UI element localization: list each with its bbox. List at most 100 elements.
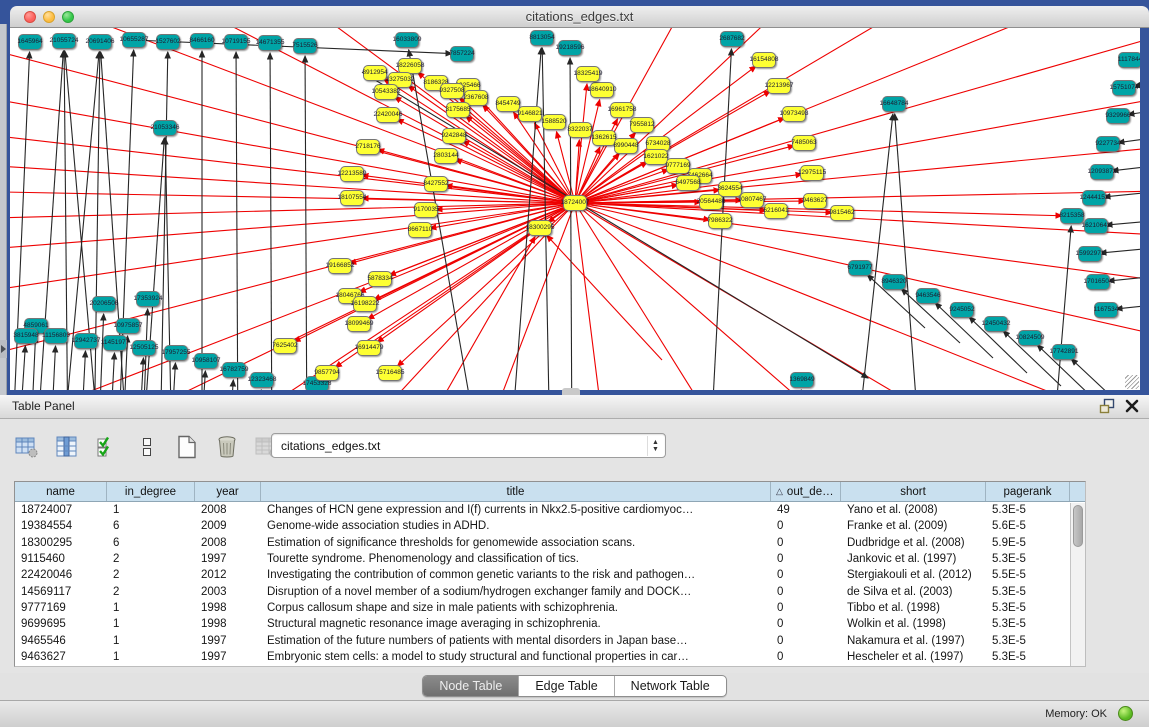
column-header-short[interactable]: short bbox=[841, 482, 986, 501]
graph-node-12444153[interactable]: 12444153 bbox=[1082, 190, 1106, 206]
close-panel-icon[interactable] bbox=[1125, 399, 1139, 413]
graph-node-8912954[interactable]: 8912954 bbox=[363, 65, 387, 81]
graph-node-9245052[interactable]: 9245052 bbox=[950, 302, 974, 318]
graph-node-12093872[interactable]: 12093872 bbox=[1090, 164, 1114, 180]
graph-node-20206506[interactable]: 20206506 bbox=[92, 296, 116, 312]
graph-node-9815462[interactable]: 9815462 bbox=[830, 205, 854, 221]
table-row[interactable]: 911546021997Tourette syndrome. Phenomeno… bbox=[15, 551, 1085, 567]
column-header-title[interactable]: title bbox=[261, 482, 771, 501]
graph-node-12323468[interactable]: 12323468 bbox=[250, 372, 274, 388]
graph-node-1527602[interactable]: 1527602 bbox=[156, 34, 180, 50]
graph-node-8454749[interactable]: 8454749 bbox=[496, 96, 520, 112]
table-row[interactable]: 1938455462009Genome-wide association stu… bbox=[15, 518, 1085, 534]
table-select[interactable]: citations_edges.txt ▲▼ bbox=[271, 433, 666, 458]
graph-node-6791977[interactable]: 6791977 bbox=[848, 260, 872, 276]
split-collapse-handle[interactable] bbox=[562, 388, 580, 395]
table-row[interactable]: 969969511998Structural magnetic resonanc… bbox=[15, 616, 1085, 632]
table-row[interactable]: 946554611997Estimation of the future num… bbox=[15, 632, 1085, 648]
graph-node-6497568[interactable]: 6497568 bbox=[676, 175, 700, 191]
graph-node-1621022[interactable]: 1621022 bbox=[644, 149, 668, 165]
column-header-out_degree[interactable]: △out_de… bbox=[771, 482, 841, 501]
column-header-year[interactable]: year bbox=[195, 482, 261, 501]
show-column-button[interactable] bbox=[54, 434, 80, 460]
graph-node-18099469[interactable]: 18099469 bbox=[347, 316, 371, 332]
graph-node-17957255[interactable]: 17957255 bbox=[164, 345, 188, 361]
scrollbar-thumb[interactable] bbox=[1073, 505, 1083, 547]
graph-node-22420046[interactable]: 22420046 bbox=[376, 107, 400, 123]
graph-node-1645964[interactable]: 1645964 bbox=[18, 34, 42, 50]
graph-node-8667110[interactable]: 8667110 bbox=[408, 222, 432, 238]
graph-node-8990448[interactable]: 8990448 bbox=[614, 138, 638, 154]
table-row[interactable]: 1456911722003Disruption of a novel membe… bbox=[15, 583, 1085, 599]
network-canvas[interactable]: 1645964210557242069140610655287152760284… bbox=[10, 28, 1140, 390]
column-header-pagerank[interactable]: pagerank bbox=[986, 482, 1070, 501]
graph-node-10973493[interactable]: 10973493 bbox=[782, 106, 806, 122]
graph-node-10975857[interactable]: 10975857 bbox=[116, 318, 140, 334]
graph-node-8813054[interactable]: 8813054 bbox=[530, 30, 554, 46]
graph-node-10655287[interactable]: 10655287 bbox=[122, 32, 146, 48]
create-table-button[interactable] bbox=[174, 434, 200, 460]
graph-node-9170035[interactable]: 9170035 bbox=[414, 202, 438, 218]
graph-node-17742891[interactable]: 17742891 bbox=[1052, 344, 1076, 360]
graph-node-9463627[interactable]: 9463627 bbox=[803, 193, 827, 209]
graph-node-8322037[interactable]: 8322037 bbox=[568, 122, 592, 138]
graph-node-12975115[interactable]: 12975115 bbox=[800, 165, 824, 181]
graph-node-18724007[interactable]: 18724007 bbox=[563, 195, 587, 211]
graph-node-19218596[interactable]: 19218596 bbox=[558, 40, 582, 56]
graph-node-14671355[interactable]: 14671355 bbox=[258, 35, 282, 51]
graph-node-12213967[interactable]: 12213967 bbox=[767, 78, 791, 94]
graph-node-9227734[interactable]: 9227734 bbox=[1096, 136, 1120, 152]
graph-node-12213589[interactable]: 12213589 bbox=[340, 166, 364, 182]
graph-node-2803144[interactable]: 2803144 bbox=[434, 148, 458, 164]
graph-node-1588520[interactable]: 1588520 bbox=[542, 114, 566, 130]
graph-node-7986322[interactable]: 7986322 bbox=[708, 213, 732, 229]
tab-edge-table[interactable]: Edge Table bbox=[519, 676, 614, 696]
graph-node-15992971[interactable]: 15992971 bbox=[1078, 246, 1102, 262]
delete-table-button[interactable] bbox=[214, 434, 240, 460]
graph-node-10958107[interactable]: 10958107 bbox=[194, 353, 218, 369]
graph-node-9857794[interactable]: 9857794 bbox=[315, 365, 339, 381]
graph-node-3815948[interactable]: 3815948 bbox=[14, 328, 38, 344]
graph-node-15716485[interactable]: 15716485 bbox=[378, 365, 402, 381]
graph-node-21053346[interactable]: 21053346 bbox=[153, 120, 177, 136]
graph-node-6216041[interactable]: 6216041 bbox=[764, 203, 788, 219]
graph-node-5878334[interactable]: 5878334 bbox=[368, 271, 392, 287]
graph-node-9777169[interactable]: 9777169 bbox=[666, 158, 690, 174]
tab-network-table[interactable]: Network Table bbox=[615, 676, 726, 696]
graph-node-16033809[interactable]: 16033809 bbox=[395, 32, 419, 48]
graph-node-7625402[interactable]: 7625402 bbox=[273, 338, 297, 354]
panel-splitter-handle[interactable] bbox=[0, 340, 7, 358]
table-scrollbar[interactable] bbox=[1070, 503, 1085, 667]
graph-node-16198222[interactable]: 16198222 bbox=[353, 296, 377, 312]
graph-node-2718176[interactable]: 2718176 bbox=[356, 139, 380, 155]
graph-node-9329966[interactable]: 9329966 bbox=[1106, 108, 1130, 124]
graph-node-18640910[interactable]: 18640910 bbox=[590, 82, 614, 98]
graph-node-9327508[interactable]: 9327508 bbox=[440, 83, 464, 99]
graph-node-8466160[interactable]: 8466160 bbox=[190, 33, 214, 49]
graph-node-9242848[interactable]: 9242848 bbox=[442, 128, 466, 144]
float-panel-icon[interactable] bbox=[1099, 398, 1115, 414]
graph-node-16154808[interactable]: 16154808 bbox=[752, 52, 776, 68]
graph-node-21055724[interactable]: 21055724 bbox=[52, 33, 76, 49]
graph-node-7485063[interactable]: 7485063 bbox=[792, 135, 816, 151]
graph-node-10543382[interactable]: 10543382 bbox=[374, 84, 398, 100]
graph-node-10807467[interactable]: 10807467 bbox=[740, 192, 764, 208]
graph-node-11451977[interactable]: 11451977 bbox=[103, 335, 127, 351]
graph-node-19166852[interactable]: 19166852 bbox=[328, 258, 352, 274]
graph-node-8215358[interactable]: 8215358 bbox=[1060, 208, 1084, 224]
graph-node-18325419[interactable]: 18325419 bbox=[576, 66, 600, 82]
graph-node-16914479[interactable]: 16914479 bbox=[357, 340, 381, 356]
graph-node-1167534[interactable]: 1167534 bbox=[1094, 302, 1118, 318]
graph-node-20564486[interactable]: 20564486 bbox=[699, 194, 723, 210]
table-row[interactable]: 1872400712008Changes of HCN gene express… bbox=[15, 502, 1085, 518]
graph-node-9463546[interactable]: 9463546 bbox=[916, 288, 940, 304]
graph-node-1369849[interactable]: 1369849 bbox=[790, 372, 814, 388]
graph-node-16648784[interactable]: 16648784 bbox=[882, 96, 906, 112]
graph-node-8946320[interactable]: 8946320 bbox=[882, 274, 906, 290]
graph-node-9146821[interactable]: 9146821 bbox=[518, 106, 542, 122]
graph-node-17353924[interactable]: 17353924 bbox=[136, 291, 160, 307]
graph-node-11156809[interactable]: 11156809 bbox=[44, 328, 68, 344]
graph-node-16210643[interactable]: 16210643 bbox=[1084, 218, 1108, 234]
graph-node-15751074[interactable]: 15751074 bbox=[1112, 80, 1136, 96]
graph-node-7515526[interactable]: 7515526 bbox=[293, 38, 317, 54]
